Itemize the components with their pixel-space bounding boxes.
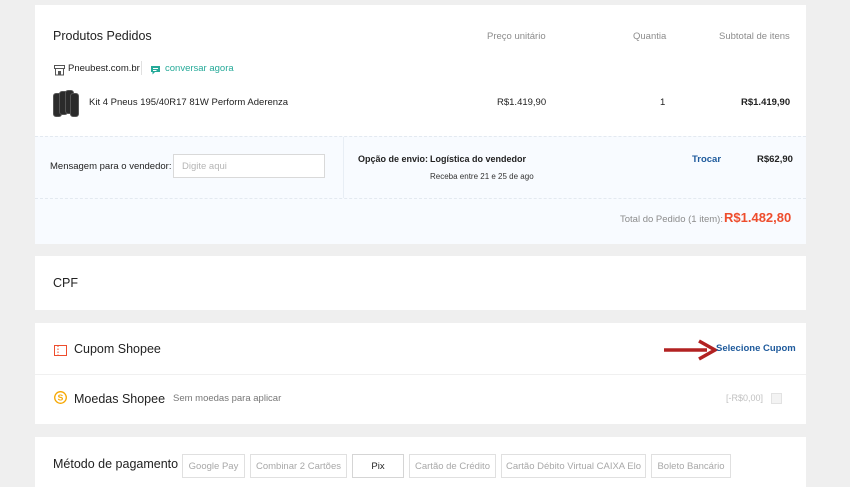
order-title: Produtos Pedidos — [53, 29, 152, 43]
payment-option-boleto[interactable]: Boleto Bancário — [651, 454, 731, 478]
seller-message-input[interactable] — [173, 154, 325, 178]
unit-price: R$1.419,90 — [497, 97, 547, 108]
item-subtotal: R$1.419,90 — [741, 97, 791, 108]
order-card: Produtos Pedidos Preço unitário Quantia … — [35, 5, 806, 244]
cpf-title: CPF — [53, 276, 78, 290]
coins-title: Moedas Shopee — [74, 392, 166, 406]
payment-title: Método de pagamento — [53, 457, 179, 471]
svg-text:S: S — [58, 393, 64, 403]
change-shipping-button[interactable]: Trocar — [692, 154, 721, 165]
seller-message-label: Mensagem para o vendedor: — [50, 161, 172, 172]
chat-icon[interactable] — [150, 63, 161, 81]
payment-option-google-pay[interactable]: Google Pay — [182, 454, 245, 478]
coin-icon: S — [54, 391, 67, 409]
order-total-row: Total do Pedido (1 item): R$1.482,80 — [35, 198, 806, 244]
quantity: 1 — [660, 97, 666, 108]
shop-name[interactable]: Pneubest.com.br — [68, 63, 140, 74]
cpf-card[interactable]: CPF — [35, 256, 806, 310]
shipping-section: Mensagem para o vendedor: Opção de envio… — [35, 136, 806, 199]
payment-option-pix[interactable]: Pix — [352, 454, 404, 478]
chat-now-link[interactable]: conversar agora — [165, 63, 234, 74]
divider — [343, 137, 344, 199]
divider — [141, 61, 142, 75]
voucher-card: Cupom Shopee Selecione Cupom S Moedas Sh… — [35, 323, 806, 424]
select-coupon-button[interactable]: Selecione Cupom — [716, 343, 796, 354]
shipping-method: Logística do vendedor — [430, 154, 527, 164]
coupon-icon — [54, 343, 67, 361]
product-name[interactable]: Kit 4 Pneus 195/40R17 81W Perform Aderen… — [89, 97, 288, 108]
payment-option-split-cards[interactable]: Combinar 2 Cartões — [250, 454, 347, 478]
order-total-label: Total do Pedido (1 item): — [620, 214, 723, 225]
arrow-right-icon — [663, 338, 719, 367]
tire-image-part — [70, 93, 79, 117]
coins-checkbox[interactable] — [771, 393, 782, 404]
payment-option-caixa-elo[interactable]: Cartão Débito Virtual CAIXA Elo — [501, 454, 646, 478]
product-thumbnail[interactable] — [53, 89, 79, 117]
delivery-eta: Receba entre 21 e 25 de ago — [430, 172, 534, 181]
col-price-header: Preço unitário — [487, 31, 546, 42]
payment-option-credit-card[interactable]: Cartão de Crédito — [409, 454, 496, 478]
divider — [35, 374, 806, 375]
store-icon — [54, 63, 65, 81]
coins-note: Sem moedas para aplicar — [173, 393, 282, 404]
coupon-title: Cupom Shopee — [74, 342, 161, 356]
shipping-price: R$62,90 — [757, 154, 793, 165]
coins-value: [-R$0,00] — [726, 393, 764, 403]
shipping-option-label: Opção de envio: — [358, 154, 429, 164]
order-total-value: R$1.482,80 — [724, 210, 792, 225]
col-subtotal-header: Subtotal de itens — [719, 31, 790, 42]
col-qty-header: Quantia — [633, 31, 667, 42]
